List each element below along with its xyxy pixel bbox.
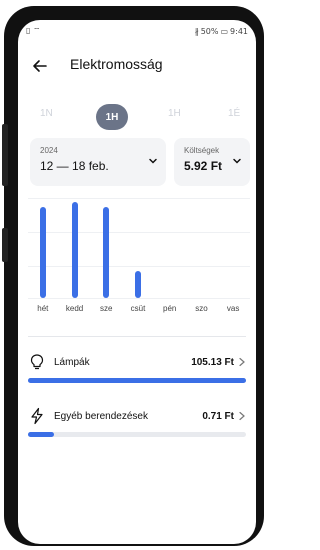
x-axis-label: pén	[163, 304, 177, 313]
phone-frame: ▯ ⌔ ∦ 50% ▭ 9:41 Elektromosság 1N 1H 1H …	[2, 6, 264, 546]
x-axis-label: sze	[100, 304, 113, 313]
chevron-down-icon	[233, 158, 241, 164]
chevron-right-icon	[239, 411, 245, 421]
date-range-selector[interactable]: 2024 12 — 18 feb.	[30, 138, 166, 186]
progress-bar	[28, 378, 246, 383]
item-label: Lámpák	[54, 356, 90, 368]
chevron-right-icon	[239, 357, 245, 367]
progress-fill	[28, 378, 246, 383]
tab-1n[interactable]: 1N	[40, 108, 53, 119]
cost-selector[interactable]: Költségek 5.92 Ft	[174, 138, 250, 186]
phone-side-button	[2, 124, 8, 186]
divider	[28, 336, 246, 337]
chart-bar[interactable]	[135, 271, 141, 298]
chevron-down-icon	[149, 158, 157, 164]
grid-line	[28, 266, 250, 267]
grid-line	[28, 198, 250, 199]
progress-bar	[28, 432, 246, 437]
battery-icon: ▭	[220, 26, 229, 36]
grid-line	[28, 298, 250, 299]
item-value: 0.71 Ft	[202, 410, 234, 422]
date-year: 2024	[40, 146, 58, 155]
bluetooth-icon: ∦	[194, 26, 199, 36]
lightbulb-icon	[30, 354, 44, 370]
item-value: 105.13 Ft	[191, 356, 234, 368]
tab-1h[interactable]: 1H	[168, 108, 181, 119]
sim-wifi-icon: ▯ ⌔	[26, 26, 41, 35]
date-range: 12 — 18 feb.	[40, 159, 109, 173]
period-tabs: 1N 1H 1H 1É	[18, 104, 256, 132]
chart-bar[interactable]	[71, 202, 78, 298]
x-axis-label: vas	[226, 304, 240, 313]
list-item-lamps[interactable]: Lámpák 105.13 Ft	[28, 350, 246, 374]
tab-1h-active[interactable]: 1H	[96, 104, 128, 130]
page-title: Elektromosság	[70, 56, 163, 72]
progress-fill	[28, 432, 55, 437]
app-screen: ▯ ⌔ ∦ 50% ▭ 9:41 Elektromosság 1N 1H 1H …	[18, 20, 256, 544]
daily-usage-chart: hét kedd sze csüt pén szo vas	[28, 198, 250, 328]
x-axis-label: szo	[195, 304, 208, 313]
status-right: ∦ 50% ▭ 9:41	[195, 27, 248, 36]
battery-percent: 50%	[200, 26, 219, 36]
lightning-icon	[31, 407, 43, 425]
x-axis-label: csüt	[130, 304, 146, 313]
clock: 9:41	[230, 26, 248, 36]
x-axis-label: hét	[37, 304, 49, 313]
back-arrow-icon[interactable]	[30, 56, 50, 76]
chart-bar[interactable]	[103, 207, 110, 298]
status-bar: ▯ ⌔ ∦ 50% ▭ 9:41	[18, 20, 256, 42]
list-item-other-devices[interactable]: Egyéb berendezések 0.71 Ft	[28, 404, 246, 428]
chart-bar[interactable]	[39, 207, 46, 298]
app-bar: Elektromosság	[18, 48, 256, 84]
grid-line	[28, 232, 250, 233]
phone-side-button	[2, 228, 8, 262]
x-axis-label: kedd	[65, 304, 84, 313]
item-label: Egyéb berendezések	[54, 410, 148, 422]
cost-label: Költségek	[184, 146, 220, 155]
tab-1e[interactable]: 1É	[228, 108, 240, 119]
